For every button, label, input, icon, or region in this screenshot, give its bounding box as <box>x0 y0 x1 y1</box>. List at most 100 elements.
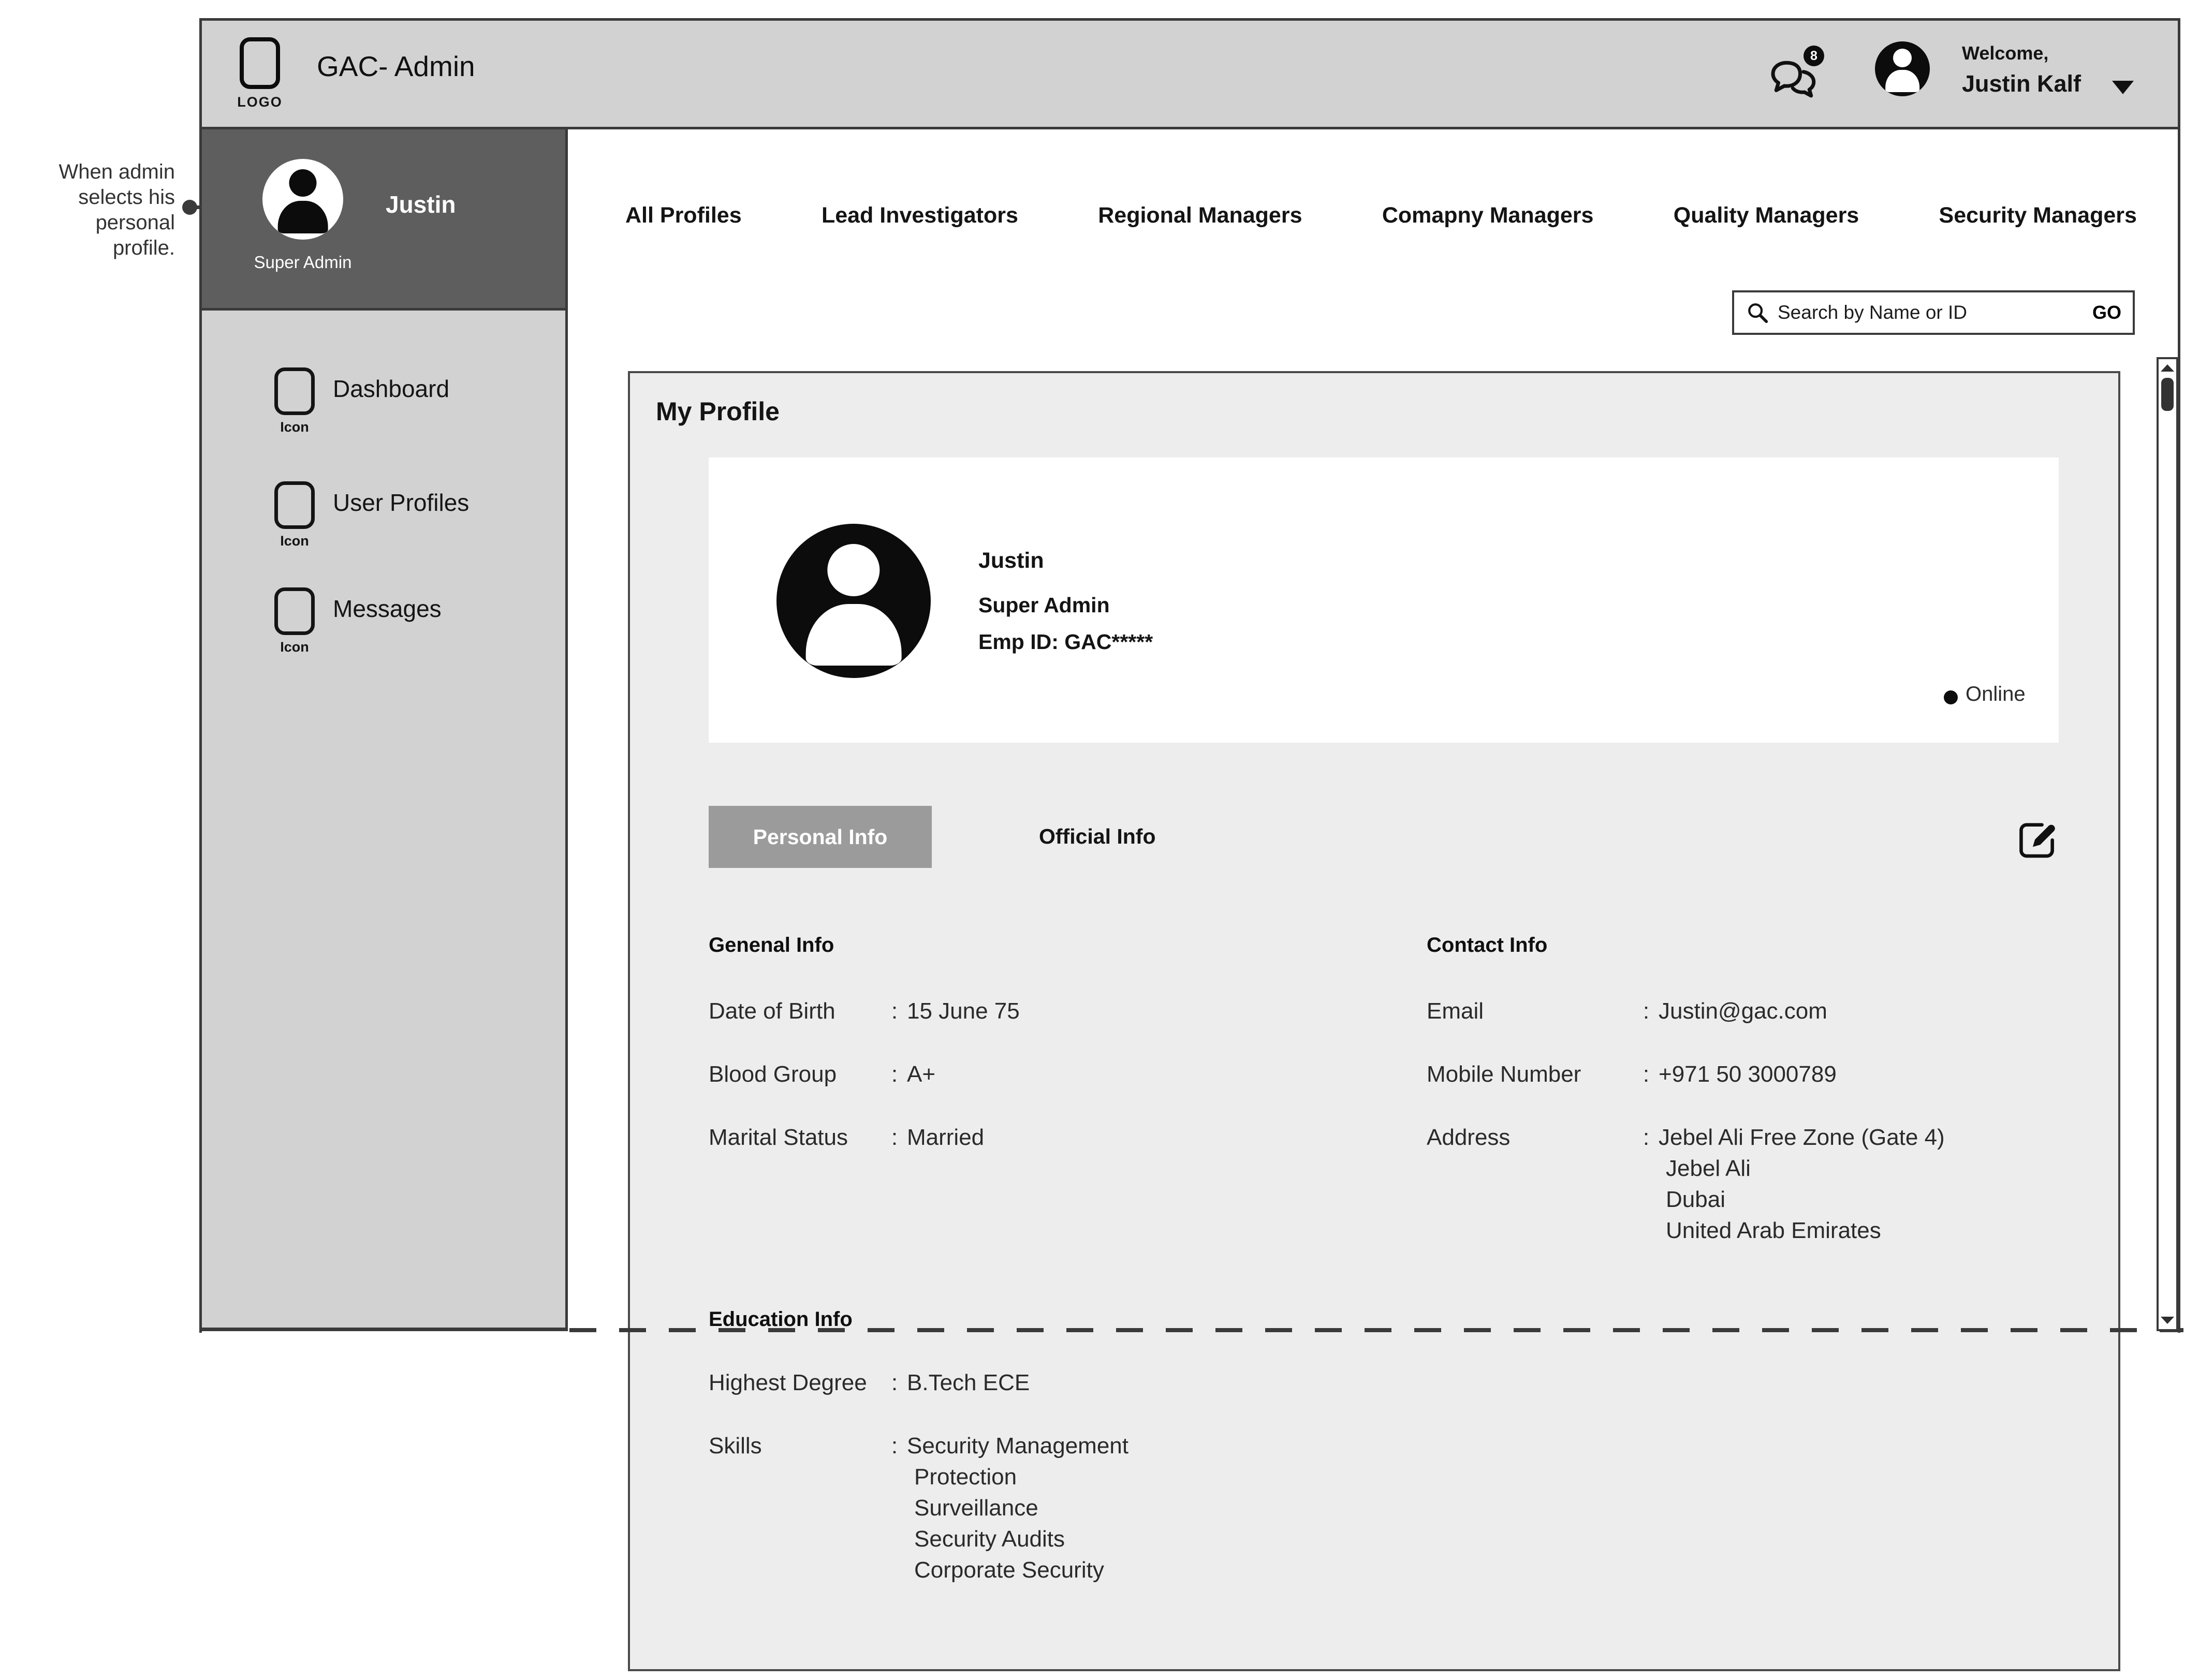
sidebar-item-user-profiles[interactable]: Icon User Profiles <box>202 481 565 564</box>
profile-role: Super Admin <box>978 593 1110 617</box>
profile-name: Justin <box>978 548 1044 573</box>
user-avatar[interactable] <box>1875 41 1930 96</box>
tab-company-managers[interactable]: Comapny Managers <box>1382 203 1594 228</box>
info-label: Date of Birth <box>709 996 882 1027</box>
page-title: My Profile <box>656 396 780 426</box>
tab-lead-investigators[interactable]: Lead Investigators <box>822 203 1018 228</box>
scrollbar[interactable] <box>2157 357 2178 1331</box>
scroll-down-arrow-icon[interactable] <box>2161 1317 2174 1324</box>
skill-line: Protection <box>907 1462 1128 1493</box>
info-value: Justin@gac.com <box>1659 996 1827 1027</box>
info-label: Skills <box>709 1431 882 1586</box>
sidebar: Justin Super Admin Icon Dashboard Icon U… <box>202 129 568 1331</box>
info-row: Marital Status Married <box>709 1122 984 1153</box>
info-row: Date of Birth 15 June 75 <box>709 996 1020 1027</box>
search-input[interactable] <box>1778 302 2084 323</box>
skill-line: Surveillance <box>907 1493 1128 1524</box>
info-label: Address <box>1427 1122 1634 1246</box>
colon <box>882 996 907 1027</box>
info-row: Address Jebel Ali Free Zone (Gate 4) Jeb… <box>1427 1122 1945 1246</box>
logo-placeholder-icon <box>240 37 280 89</box>
address-line: Jebel Ali Free Zone (Gate 4) <box>1659 1122 1945 1153</box>
info-label: Marital Status <box>709 1122 882 1153</box>
icon-caption: Icon <box>267 533 322 549</box>
tab-all-profiles[interactable]: All Profiles <box>625 203 742 228</box>
info-label: Email <box>1427 996 1634 1027</box>
logo-caption: LOGO <box>232 94 288 110</box>
profile-card: Justin Super Admin Emp ID: GAC***** Onli… <box>709 458 2059 743</box>
sidebar-item-label: User Profiles <box>333 489 469 517</box>
scrollbar-thumb[interactable] <box>2161 378 2174 411</box>
colon <box>1634 1122 1659 1246</box>
colon <box>1634 1059 1659 1090</box>
notification-badge: 8 <box>1804 46 1824 66</box>
icon-caption: Icon <box>267 639 322 655</box>
sidebar-item-dashboard[interactable]: Icon Dashboard <box>202 367 565 450</box>
info-value: Jebel Ali Free Zone (Gate 4) Jebel Ali D… <box>1659 1122 1945 1246</box>
dashboard-placeholder-icon <box>274 367 315 415</box>
info-row: Highest Degree B.Tech ECE <box>709 1367 1030 1398</box>
annotation-line-2: selects his <box>10 185 175 210</box>
skill-line: Security Audits <box>907 1524 1128 1555</box>
info-label: Blood Group <box>709 1059 882 1090</box>
sidebar-avatar <box>262 159 343 240</box>
colon <box>882 1122 907 1153</box>
info-row: Email Justin@gac.com <box>1427 996 1827 1027</box>
sidebar-item-label: Dashboard <box>333 375 449 403</box>
info-value: B.Tech ECE <box>907 1367 1030 1398</box>
sidebar-item-messages[interactable]: Icon Messages <box>202 587 565 670</box>
tab-regional-managers[interactable]: Regional Managers <box>1098 203 1302 228</box>
scroll-up-arrow-icon[interactable] <box>2161 364 2174 372</box>
info-value: +971 50 3000789 <box>1659 1059 1837 1090</box>
notifications-button[interactable]: 8 <box>1770 46 1832 102</box>
edit-icon <box>2016 816 2060 860</box>
address-line: Jebel Ali <box>1659 1153 1945 1184</box>
section-title-general: Genenal Info <box>709 934 834 957</box>
profile-nav-tabs: All Profiles Lead Investigators Regional… <box>625 203 2137 228</box>
online-status-label: Online <box>1966 683 2026 706</box>
app-title: GAC- Admin <box>317 50 475 83</box>
tab-security-managers[interactable]: Security Managers <box>1939 203 2137 228</box>
edit-button[interactable] <box>2016 816 2060 860</box>
sidebar-item-label: Messages <box>333 595 442 623</box>
address-line: United Arab Emirates <box>1659 1215 1945 1246</box>
sidebar-profile[interactable]: Justin Super Admin <box>202 129 565 311</box>
colon <box>882 1367 907 1398</box>
messages-placeholder-icon <box>274 587 315 635</box>
colon <box>882 1431 907 1586</box>
tab-personal-info[interactable]: Personal Info <box>709 806 932 868</box>
icon-caption: Icon <box>267 419 322 435</box>
welcome-label: Welcome, <box>1962 42 2048 64</box>
annotation-note: When admin selects his personal profile. <box>10 159 175 261</box>
tab-official-info[interactable]: Official Info <box>1039 824 1156 849</box>
address-line: Dubai <box>1659 1184 1945 1215</box>
info-value: 15 June 75 <box>907 996 1020 1027</box>
info-row: Mobile Number +971 50 3000789 <box>1427 1059 1837 1090</box>
my-profile-panel: My Profile Justin Super Admin Emp ID: GA… <box>628 371 2120 1671</box>
sidebar-profile-role: Super Admin <box>252 253 354 272</box>
annotation-line-3: personal <box>10 210 175 235</box>
section-title-contact: Contact Info <box>1427 934 1547 957</box>
profile-avatar <box>776 524 931 678</box>
annotation-line-4: profile. <box>10 235 175 261</box>
user-name[interactable]: Justin Kalf <box>1962 70 2081 97</box>
search-icon <box>1746 301 1769 325</box>
chevron-down-icon[interactable] <box>2112 81 2134 94</box>
info-label: Mobile Number <box>1427 1059 1634 1090</box>
go-button[interactable]: GO <box>2092 302 2121 323</box>
info-row: Blood Group A+ <box>709 1059 935 1090</box>
colon <box>882 1059 907 1090</box>
profile-emp-id: Emp ID: GAC***** <box>978 630 1153 654</box>
annotation-line-1: When admin <box>10 159 175 185</box>
info-value: A+ <box>907 1059 935 1090</box>
sidebar-profile-name: Justin <box>386 190 456 218</box>
skill-line: Corporate Security <box>907 1555 1128 1586</box>
online-status-dot <box>1944 690 1958 704</box>
info-value: Married <box>907 1122 984 1153</box>
info-label: Highest Degree <box>709 1367 882 1398</box>
info-row: Skills Security Management Protection Su… <box>709 1431 1128 1586</box>
colon <box>1634 996 1659 1027</box>
tab-quality-managers[interactable]: Quality Managers <box>1674 203 1859 228</box>
info-value: Security Management Protection Surveilla… <box>907 1431 1128 1586</box>
search-bar: GO <box>1732 290 2135 335</box>
